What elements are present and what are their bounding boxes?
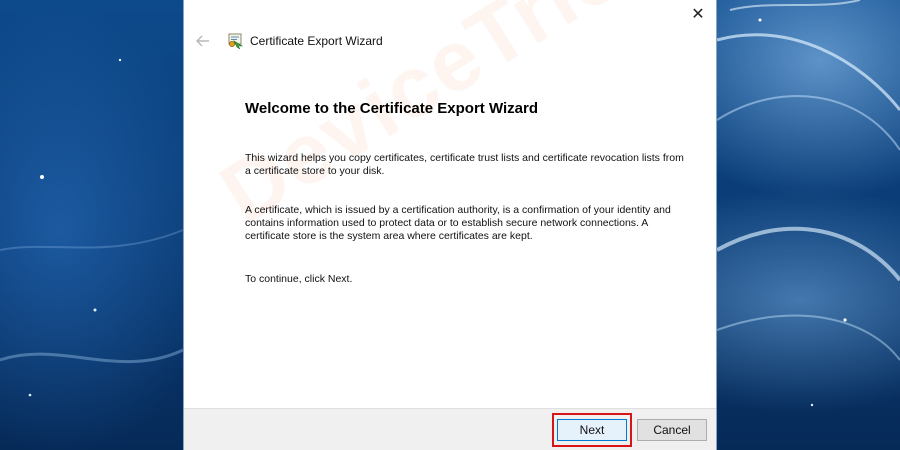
wizard-header: Certificate Export Wizard (192, 30, 383, 52)
next-button[interactable]: Next (557, 419, 627, 441)
wizard-window: ✕ Certificate Export Wizard DeviceTricks… (183, 0, 722, 450)
close-icon: ✕ (691, 6, 705, 23)
back-button[interactable] (192, 30, 214, 52)
continue-instruction: To continue, click Next. (245, 273, 353, 285)
page-title: Welcome to the Certificate Export Wizard (245, 100, 538, 117)
cancel-button[interactable]: Cancel (637, 419, 707, 441)
back-arrow-icon (196, 35, 209, 47)
intro-paragraph: This wizard helps you copy certificates,… (245, 152, 684, 177)
title-bar: ✕ (184, 0, 716, 30)
close-button[interactable]: ✕ (680, 0, 716, 28)
wizard-footer: Next Cancel (184, 408, 716, 450)
wizard-content: Welcome to the Certificate Export Wizard… (245, 100, 685, 286)
certificate-icon (228, 33, 244, 50)
wizard-title: Certificate Export Wizard (250, 34, 383, 48)
certificate-description-paragraph: A certificate, which is issued by a cert… (245, 204, 671, 242)
